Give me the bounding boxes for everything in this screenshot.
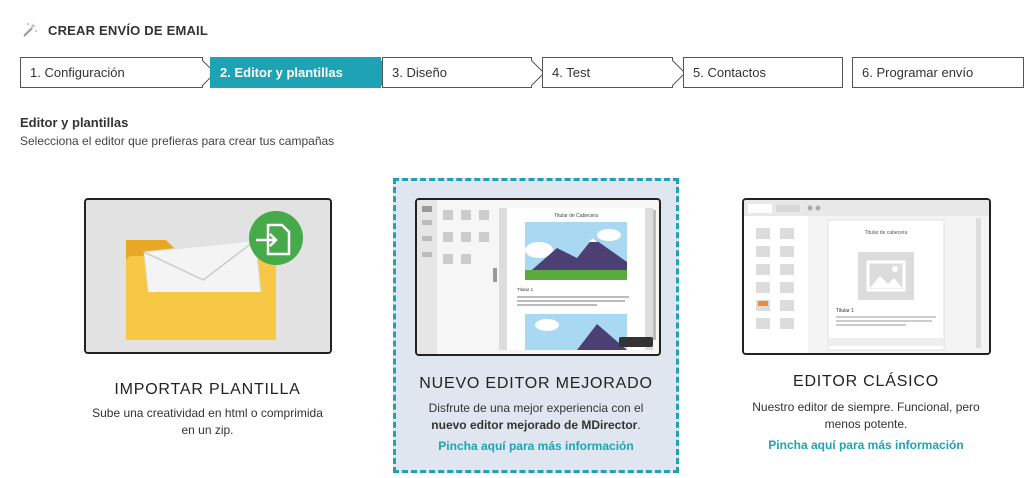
- step-test[interactable]: 4. Test: [542, 57, 686, 88]
- more-info-link[interactable]: Pincha aquí para más información: [396, 439, 676, 453]
- page-header: CREAR ENVÍO DE EMAIL: [22, 20, 208, 40]
- preview-heading-text: Titular 1: [836, 308, 854, 314]
- step-contactos[interactable]: 5. Contactos: [683, 57, 843, 88]
- option-title: EDITOR CLÁSICO: [792, 373, 940, 390]
- section-title: Editor y plantillas: [20, 115, 129, 130]
- step-diseno[interactable]: 3. Diseño: [382, 57, 545, 88]
- option-classic-editor[interactable]: Titular de cabecera Titular 1 EDITOR CLÁ…: [735, 178, 997, 473]
- wizard-steps: 1. Configuración 2. Editor y plantillas …: [20, 57, 1024, 88]
- step-label: 6. Programar envío: [862, 65, 974, 80]
- step-arrow: [660, 60, 686, 86]
- description-end: .: [637, 418, 641, 432]
- step-label: 1. Configuración: [30, 65, 125, 80]
- new-editor-thumbnail[interactable]: Titular de Cabecera Titular 1: [415, 198, 661, 356]
- step-editor-plantillas[interactable]: 2. Editor y plantillas: [210, 57, 394, 88]
- new-editor-preview: Titular de Cabecera Titular 1: [417, 200, 659, 354]
- option-title: NUEVO EDITOR MEJORADO: [419, 375, 653, 392]
- option-description: Disfrute de una mejor experiencia con el…: [406, 400, 666, 434]
- step-label: 3. Diseño: [392, 65, 447, 80]
- page-title: CREAR ENVÍO DE EMAIL: [48, 22, 209, 38]
- step-arrow: [519, 60, 545, 86]
- description-bold: nuevo editor mejorado de MDirector: [431, 418, 638, 432]
- magic-wand-icon: [23, 23, 37, 37]
- preview-header-text: Titular de cabecera: [865, 230, 908, 236]
- classic-editor-thumbnail[interactable]: Titular de cabecera Titular 1: [742, 198, 991, 355]
- description-text: Disfrute de una mejor experiencia con el: [428, 401, 644, 415]
- preview-header-text: Titular de Cabecera: [554, 213, 598, 219]
- step-label: 5. Contactos: [693, 65, 766, 80]
- classic-editor-preview: Titular de cabecera Titular 1: [744, 200, 989, 353]
- step-label: 4. Test: [552, 65, 591, 80]
- option-description: Sube una creatividad en html o comprimid…: [92, 406, 323, 437]
- option-description: Nuestro editor de siempre. Funcional, pe…: [752, 400, 980, 431]
- option-new-editor[interactable]: Titular de Cabecera Titular 1 NUEVO EDIT…: [393, 178, 679, 473]
- more-info-link[interactable]: Pincha aquí para más información: [735, 438, 997, 452]
- step-configuracion[interactable]: 1. Configuración: [20, 57, 216, 88]
- section-subtitle: Selecciona el editor que prefieras para …: [20, 134, 335, 148]
- step-programar-envio[interactable]: 6. Programar envío: [852, 57, 1024, 88]
- option-import-template[interactable]: IMPORTAR PLANTILLA Sube una creatividad …: [80, 178, 335, 473]
- step-label: 2. Editor y plantillas: [220, 65, 343, 80]
- import-thumbnail[interactable]: [84, 198, 332, 354]
- option-title: IMPORTAR PLANTILLA: [114, 381, 301, 398]
- preview-heading-text: Titular 1: [517, 287, 534, 292]
- folder-envelope-icon: [86, 200, 330, 352]
